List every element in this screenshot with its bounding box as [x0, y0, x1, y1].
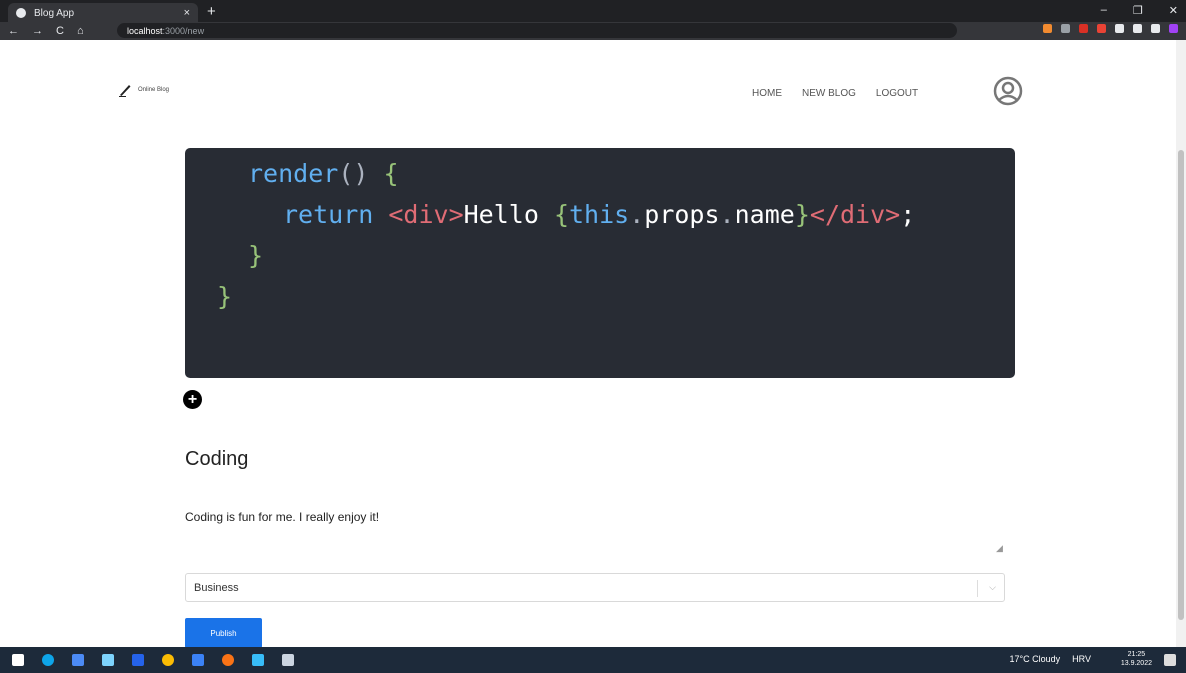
page: Online Blog HOME NEW BLOG LOGOUT render(…	[0, 40, 1186, 647]
maximize-button[interactable]: ❐	[1133, 4, 1143, 17]
tab-blog-app[interactable]: Blog App ×	[8, 3, 198, 23]
playlist-icon[interactable]	[1133, 24, 1142, 33]
cover-image: render() { return <div>Hello {this.props…	[185, 148, 1015, 378]
reload-button[interactable]: C	[56, 25, 64, 37]
chrome-icon[interactable]	[162, 654, 174, 666]
category-value: Business	[194, 581, 239, 594]
windows-start-icon[interactable]	[12, 654, 24, 666]
language[interactable]: HRV	[1072, 654, 1091, 664]
user-avatar-icon[interactable]	[993, 76, 1023, 106]
tab-close-icon[interactable]: ×	[184, 7, 190, 19]
scrollbar[interactable]	[1176, 40, 1186, 647]
add-image-button[interactable]: +	[183, 390, 202, 409]
mail-icon[interactable]	[132, 654, 144, 666]
time: 21:25	[1127, 651, 1146, 658]
extension-icon[interactable]	[1079, 24, 1088, 33]
system-tray: 17°C Cloudy HRV	[1010, 654, 1091, 664]
url-host: localhost	[127, 25, 163, 36]
sidepanel-icon[interactable]	[1151, 24, 1160, 33]
store-icon[interactable]	[102, 654, 114, 666]
file-explorer-icon[interactable]	[72, 654, 84, 666]
code-line: render() {	[248, 159, 399, 188]
puzzle-icon[interactable]	[1115, 24, 1124, 33]
address-bar[interactable]: localhost :3000/new	[117, 23, 957, 38]
extension-icon[interactable]	[1097, 24, 1106, 33]
app-icon[interactable]	[252, 654, 264, 666]
globe-icon	[16, 8, 26, 18]
brand[interactable]: Online Blog	[118, 83, 169, 97]
tab-title: Blog App	[34, 7, 75, 19]
app-icon[interactable]	[282, 654, 294, 666]
chevron-down-icon[interactable]: ⌵	[989, 582, 996, 593]
code-line-cut: · ·· · · ·· ·· ·· ·· ·· · ·	[248, 360, 925, 378]
publish-button[interactable]: Publish	[185, 618, 262, 647]
resize-handle-icon[interactable]: ◢	[996, 543, 1003, 554]
postman-icon[interactable]	[222, 654, 234, 666]
minimize-button[interactable]: –	[1101, 4, 1107, 17]
notification-icon[interactable]	[1164, 654, 1176, 666]
extension-icon[interactable]	[1043, 24, 1052, 33]
profile-icon[interactable]	[1169, 24, 1178, 33]
taskbar: 17°C Cloudy HRV 21:25 13.9.2022	[0, 647, 1186, 673]
date: 13.9.2022	[1120, 660, 1152, 667]
url-path: :3000/new	[162, 25, 205, 36]
vscode-icon[interactable]	[192, 654, 204, 666]
code-line: }	[217, 282, 233, 311]
blog-title[interactable]: Coding	[185, 448, 248, 471]
browser-toolbar: ← → C ⌂ localhost :3000/new	[0, 22, 1186, 40]
select-divider	[977, 580, 978, 597]
extension-icon[interactable]	[1061, 24, 1070, 33]
edge-icon[interactable]	[42, 654, 54, 666]
back-button[interactable]: ←	[8, 25, 19, 37]
brand-name: Online Blog	[138, 87, 170, 93]
category-select[interactable]: Business ⌵	[185, 573, 1005, 602]
code-line: }	[248, 241, 264, 270]
home-button[interactable]: ⌂	[77, 25, 84, 37]
clock[interactable]: 21:25 13.9.2022	[1121, 650, 1152, 668]
close-window-button[interactable]: ✕	[1169, 4, 1178, 17]
blog-body[interactable]: Coding is fun for me. I really enjoy it!	[185, 510, 379, 524]
nav-new-blog[interactable]: NEW BLOG	[802, 88, 856, 99]
window-controls: – ❐ ✕	[1101, 4, 1178, 17]
code-line: return <div>Hello {this.props.name}</div…	[283, 200, 916, 229]
new-tab-button[interactable]: +	[207, 3, 216, 20]
forward-button[interactable]: →	[32, 25, 43, 37]
nav-home[interactable]: HOME	[752, 88, 782, 99]
nav-logout[interactable]: LOGOUT	[876, 88, 918, 99]
weather[interactable]: 17°C Cloudy	[1010, 654, 1061, 664]
pen-icon	[119, 85, 131, 97]
extensions-bar	[1043, 24, 1178, 33]
scrollbar-thumb[interactable]	[1178, 150, 1184, 620]
main-nav: HOME NEW BLOG LOGOUT	[752, 88, 918, 99]
